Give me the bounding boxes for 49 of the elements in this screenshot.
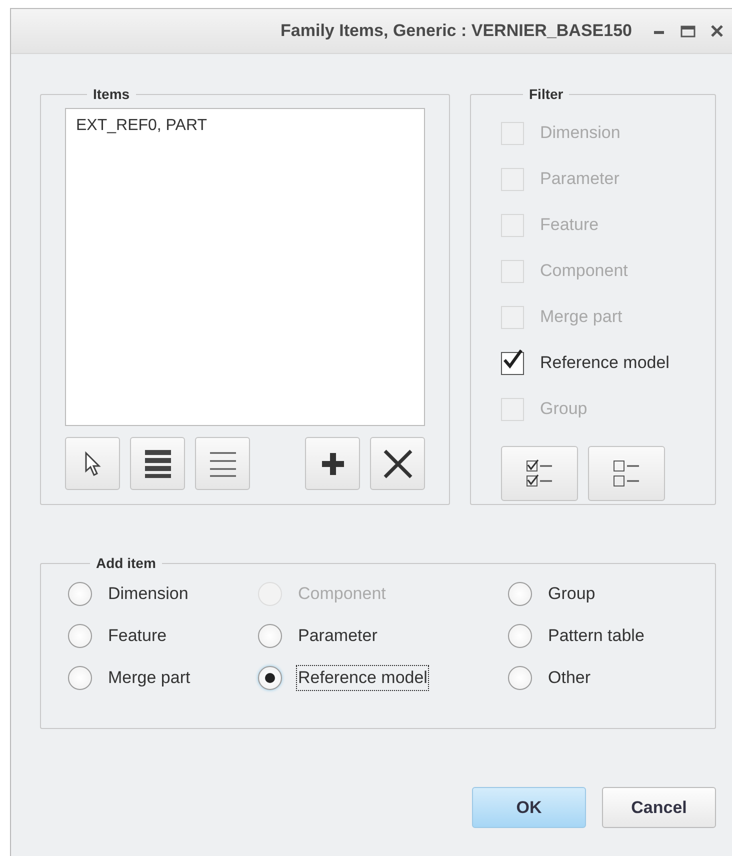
checkbox[interactable] (501, 352, 524, 374)
radio-button[interactable] (508, 666, 532, 690)
close-icon[interactable] (710, 24, 724, 38)
delete-button[interactable] (370, 437, 425, 490)
checkbox-label: Component (540, 261, 628, 281)
add-button[interactable] (305, 437, 360, 490)
radio-label: Reference model (296, 665, 430, 691)
checkbox-label: Group (540, 399, 588, 419)
radio-label: Dimension (107, 583, 190, 605)
cancel-button[interactable]: Cancel (602, 787, 716, 828)
group-label: Items (92, 86, 131, 102)
radio-button[interactable] (68, 582, 92, 606)
radio-button[interactable] (508, 582, 532, 606)
radio-label: Group (547, 583, 596, 605)
window-title: Family Items, Generic : VERNIER_BASE150 (280, 21, 632, 41)
maximize-icon[interactable] (680, 24, 696, 38)
group-label: Filter (528, 86, 564, 102)
radio-button[interactable] (68, 624, 92, 648)
radio-button[interactable] (508, 624, 532, 648)
list-item[interactable]: EXT_REF0, PART (76, 117, 414, 135)
radio-button[interactable] (68, 666, 92, 690)
checked-list-icon (526, 458, 554, 488)
select-button[interactable] (65, 437, 120, 490)
checkbox-label: Parameter (540, 169, 620, 189)
radio-button[interactable] (258, 624, 282, 648)
checkbox-label: Merge part (540, 307, 622, 327)
ok-button[interactable]: OK (472, 787, 586, 828)
radio-label: Feature (107, 625, 168, 647)
group-label: Add item (95, 555, 157, 571)
radio-label: Parameter (297, 625, 378, 647)
select-all-button[interactable] (130, 437, 185, 490)
cursor-icon (82, 450, 102, 476)
radio-button[interactable] (258, 666, 282, 690)
checkbox-label: Feature (540, 215, 599, 235)
check-all-button[interactable] (501, 446, 578, 501)
checkbox-label: Dimension (540, 123, 620, 143)
radio-label: Pattern table (547, 625, 646, 647)
checkbox-label: Reference model (540, 353, 670, 373)
radio-label: Merge part (107, 667, 192, 689)
radio-label: Component (297, 583, 387, 605)
deselect-all-button[interactable] (195, 437, 250, 490)
plus-icon (320, 450, 346, 476)
lines-icon (210, 450, 236, 476)
uncheck-all-button[interactable] (588, 446, 665, 501)
items-list[interactable]: EXT_REF0, PART (65, 108, 425, 426)
bold-lines-icon (144, 448, 170, 478)
radio-label: Other (547, 667, 592, 689)
unchecked-list-icon (612, 458, 640, 488)
x-icon (382, 448, 412, 478)
